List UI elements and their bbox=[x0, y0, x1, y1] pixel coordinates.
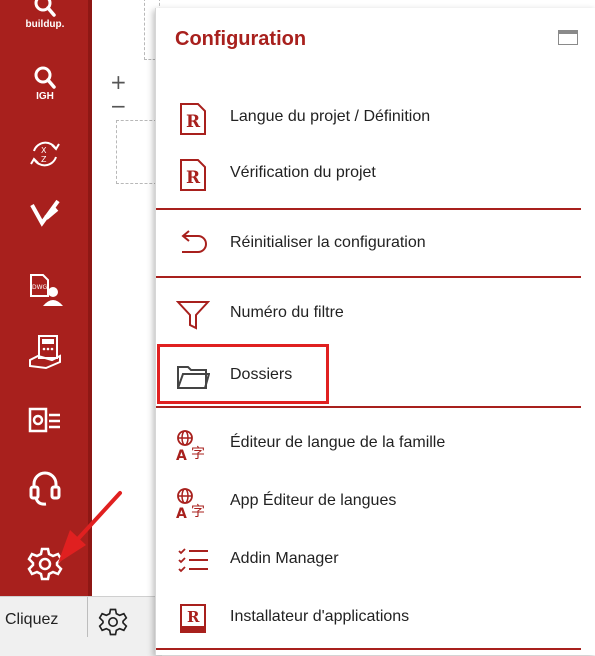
filter-icon bbox=[174, 296, 212, 334]
menu-item-label: Vérification du projet bbox=[230, 164, 376, 181]
svg-text:A: A bbox=[176, 448, 187, 462]
sidebar-item-label: IGH bbox=[36, 91, 54, 102]
menu-item-app-language-editor[interactable]: A 字 App Éditeur de langues bbox=[156, 474, 595, 530]
menu-item-project-language[interactable]: R Langue du projet / Définition bbox=[156, 90, 595, 146]
expand-icon[interactable]: + bbox=[110, 70, 127, 94]
svg-text:DWG: DWG bbox=[32, 284, 48, 291]
svg-text:字: 字 bbox=[191, 446, 205, 462]
outlook-icon bbox=[28, 407, 60, 433]
collapse-icon[interactable]: − bbox=[110, 94, 127, 118]
menu-item-label: Numéro du filtre bbox=[230, 304, 344, 321]
gear-icon bbox=[27, 547, 63, 581]
svg-text:R: R bbox=[186, 112, 201, 132]
sidebar-item-axes[interactable]: X Z bbox=[16, 128, 74, 180]
sidebar: buildup. IGH X Z DWG bbox=[0, 0, 92, 596]
sidebar-item-buildup[interactable]: buildup. bbox=[16, 0, 74, 38]
sidebar-item-settings[interactable] bbox=[16, 538, 74, 590]
restore-icon[interactable] bbox=[558, 30, 578, 45]
sidebar-item-igh[interactable]: IGH bbox=[16, 58, 74, 110]
status-bar: Cliquez bbox=[0, 596, 162, 656]
menu-item-app-installer[interactable]: R Installateur d'applications bbox=[156, 590, 595, 646]
revit-file-icon: R bbox=[174, 100, 212, 138]
menu-item-label: Installateur d'applications bbox=[230, 608, 410, 625]
search-icon bbox=[34, 0, 56, 17]
language-icon: A 字 bbox=[174, 426, 212, 464]
menu-separator bbox=[156, 276, 581, 278]
menu-separator bbox=[156, 208, 581, 210]
sidebar-item-calculator[interactable] bbox=[16, 326, 74, 378]
svg-text:A: A bbox=[176, 506, 187, 520]
tree-guide bbox=[116, 120, 157, 184]
calculator-hand-icon bbox=[29, 335, 61, 370]
svg-text:Z: Z bbox=[41, 155, 47, 164]
svg-text:X: X bbox=[41, 146, 47, 155]
headset-icon bbox=[29, 471, 61, 506]
svg-text:R: R bbox=[187, 608, 200, 626]
revit-file-icon: R bbox=[174, 156, 212, 194]
menu-title: Configuration bbox=[175, 28, 307, 50]
svg-text:R: R bbox=[186, 168, 201, 188]
drawing-area: + − bbox=[92, 0, 162, 596]
edit-check-icon bbox=[30, 199, 60, 227]
configuration-menu: Configuration R Langue du projet / Défin… bbox=[155, 8, 595, 655]
sidebar-item-outlook[interactable] bbox=[16, 394, 74, 446]
highlight-box bbox=[157, 344, 329, 404]
sidebar-item-label: buildup. bbox=[25, 19, 65, 30]
language-icon: A 字 bbox=[174, 484, 212, 522]
menu-separator bbox=[156, 648, 581, 650]
menu-item-addin-manager[interactable]: Addin Manager bbox=[156, 532, 595, 588]
sidebar-item-support[interactable] bbox=[16, 462, 74, 514]
dwg-user-icon: DWG bbox=[30, 274, 63, 306]
menu-separator bbox=[156, 406, 581, 408]
menu-item-reset-config[interactable]: Réinitialiser la configuration bbox=[156, 216, 595, 272]
list-icon bbox=[174, 542, 212, 580]
sidebar-item-edit[interactable] bbox=[16, 188, 74, 240]
gear-icon[interactable] bbox=[98, 607, 128, 637]
menu-item-label: Éditeur de langue de la famille bbox=[230, 434, 446, 451]
menu-item-label: App Éditeur de langues bbox=[230, 492, 397, 509]
status-divider bbox=[87, 597, 88, 637]
status-text: Cliquez bbox=[5, 611, 59, 628]
menu-item-filter-number[interactable]: Numéro du filtre bbox=[156, 286, 595, 342]
svg-text:字: 字 bbox=[191, 504, 205, 520]
menu-item-label: Réinitialiser la configuration bbox=[230, 234, 426, 251]
search-icon bbox=[34, 66, 56, 89]
sidebar-item-dwg[interactable]: DWG bbox=[16, 264, 74, 316]
menu-item-project-check[interactable]: R Vérification du projet bbox=[156, 146, 595, 202]
menu-item-label: Addin Manager bbox=[230, 550, 339, 567]
undo-arrow-icon bbox=[174, 226, 212, 264]
menu-item-family-language-editor[interactable]: A 字 Éditeur de langue de la famille bbox=[156, 416, 595, 472]
axes-sync-icon: X Z bbox=[30, 141, 60, 167]
menu-item-label: Langue du projet / Définition bbox=[230, 108, 431, 125]
installer-icon: R bbox=[174, 600, 212, 638]
